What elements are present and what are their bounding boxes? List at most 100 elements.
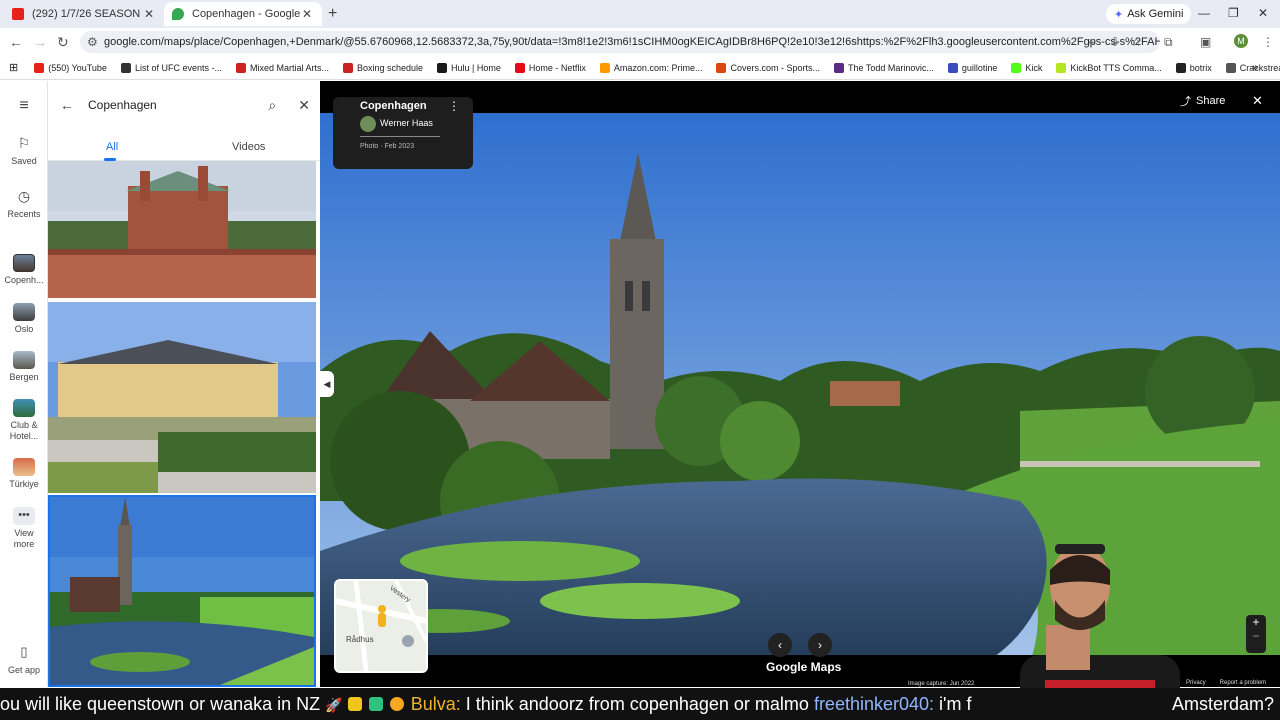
bookmark-icon: ⚐ xyxy=(17,135,31,151)
tab-videos[interactable]: Videos xyxy=(232,141,265,153)
rail-item-club-hotel[interactable]: Club & Hotel... xyxy=(0,399,48,442)
media-icon[interactable]: ▣ xyxy=(1200,35,1211,49)
site-info-icon[interactable]: ⚙ xyxy=(87,35,98,49)
previous-photo-button[interactable]: ‹ xyxy=(768,633,792,657)
more-icon: ••• xyxy=(13,507,35,525)
bookmark-favicon-icon xyxy=(437,62,448,73)
ask-gemini-button[interactable]: ✦ Ask Gemini xyxy=(1106,4,1192,24)
share-button[interactable]: ⤴ Share xyxy=(1180,93,1225,109)
rail-item-saved[interactable]: ⚐ Saved xyxy=(0,135,48,166)
bookmark-item[interactable]: (550) YouTube xyxy=(34,62,107,73)
phone-icon: ▯ xyxy=(20,644,28,659)
rail-label: Türkiye xyxy=(9,479,39,489)
bookmark-label: Hulu | Home xyxy=(451,62,501,73)
minimize-icon[interactable]: — xyxy=(1198,6,1210,20)
extensions-icon[interactable]: ⧉ xyxy=(1164,35,1173,50)
rail-item-bergen[interactable]: Bergen xyxy=(0,351,48,382)
back-arrow-icon[interactable]: ← xyxy=(60,97,74,113)
tab-youtube[interactable]: (292) 1/7/26 SEASON 19 WEEK ✕ xyxy=(4,2,164,26)
tab-google-maps[interactable]: Copenhagen - Google Maps ✕ xyxy=(164,2,322,26)
more-bookmarks-icon[interactable]: » xyxy=(1252,62,1258,74)
bookmark-item[interactable]: Mixed Martial Arts... xyxy=(235,62,329,73)
url-field[interactable]: google.com/maps/place/Copenhagen,+Denmar… xyxy=(80,31,1160,53)
zoom-out-icon[interactable]: − xyxy=(1246,629,1266,643)
bookmark-label: Amazon.com: Prime... xyxy=(613,62,703,73)
photo-thumbnail[interactable] xyxy=(48,302,316,493)
rocket-emoji-icon: 🚀 xyxy=(325,697,343,713)
bookmark-item[interactable]: List of UFC events -... xyxy=(120,62,222,73)
place-title[interactable]: Copenhagen xyxy=(360,100,427,112)
clear-search-icon[interactable]: ✕ xyxy=(298,97,310,114)
rail-item-get-app[interactable]: ▯ Get app xyxy=(0,644,48,675)
profile-avatar[interactable]: M xyxy=(1234,34,1248,48)
street-minimap[interactable]: Vestery Rådhus xyxy=(334,579,428,673)
chat-message-text: Amsterdam? xyxy=(1172,694,1275,714)
bookmark-item[interactable]: KickBot TTS Comma... xyxy=(1056,62,1162,73)
sub-badge-icon xyxy=(368,697,383,711)
maximize-icon[interactable]: ❐ xyxy=(1228,6,1239,20)
bookmark-favicon-icon xyxy=(1225,62,1236,73)
close-viewer-icon[interactable]: ✕ xyxy=(1252,93,1263,109)
back-icon[interactable]: ← xyxy=(9,34,23,50)
share-icon: ⤴ xyxy=(1180,96,1191,108)
photo-info-card: Copenhagen ⋮ Werner Haas Photo · Feb 202… xyxy=(333,97,473,169)
tab-all[interactable]: All xyxy=(106,141,118,153)
install-icon[interactable]: ⇩ xyxy=(1110,35,1120,49)
new-tab-button[interactable]: + xyxy=(328,5,337,23)
more-options-icon[interactable]: ⋮ xyxy=(448,99,460,113)
history-icon: ◷ xyxy=(17,188,31,204)
zoom-in-icon[interactable]: + xyxy=(1246,615,1266,629)
chat-username: Bulva: xyxy=(410,694,461,714)
photo-thumbnail[interactable] xyxy=(48,161,316,298)
bookmark-item[interactable]: botrix xyxy=(1175,62,1212,73)
collapse-panel-icon[interactable]: ◀ xyxy=(320,371,334,397)
search-box[interactable]: ← Copenhagen ⌕ ✕ xyxy=(60,91,310,119)
menu-button[interactable]: ≡ xyxy=(0,97,48,115)
search-panel: ← Copenhagen ⌕ ✕ All Videos xyxy=(48,81,320,687)
rail-item-turkiye[interactable]: Türkiye xyxy=(0,458,48,489)
rail-item-view-more[interactable]: ••• View more xyxy=(0,507,48,550)
bookmark-favicon-icon xyxy=(1056,62,1067,73)
report-problem-link[interactable]: Report a problem xyxy=(1220,680,1266,686)
bookmark-label: Covers.com - Sports... xyxy=(730,62,820,73)
bookmark-item[interactable]: The Todd Marinovic... xyxy=(833,62,934,73)
hamburger-icon: ≡ xyxy=(19,97,29,114)
star-icon[interactable]: ☆ xyxy=(1131,35,1142,49)
browser-tab-strip: (292) 1/7/26 SEASON 19 WEEK ✕ Copenhagen… xyxy=(0,0,1280,28)
church-photo xyxy=(50,497,314,685)
reload-icon[interactable]: ↻ xyxy=(57,34,69,51)
bookmark-favicon-icon xyxy=(34,62,45,73)
next-photo-button[interactable]: › xyxy=(808,633,832,657)
bookmark-favicon-icon xyxy=(716,62,727,73)
bookmark-item[interactable]: Hulu | Home xyxy=(437,62,501,73)
forward-icon[interactable]: → xyxy=(33,34,47,50)
bookmark-item[interactable]: Amazon.com: Prime... xyxy=(599,62,703,73)
place-thumbnail xyxy=(13,458,35,476)
bookmark-item[interactable]: guillotine xyxy=(947,62,997,73)
rail-item-recents[interactable]: ◷ Recents xyxy=(0,188,48,219)
search-input[interactable]: Copenhagen xyxy=(88,98,268,112)
photo-thumbnail-selected[interactable] xyxy=(48,495,316,687)
place-thumbnail xyxy=(13,254,35,272)
location-icon[interactable]: ⌖ xyxy=(1088,35,1095,50)
chat-message-text: I think andoorz from copenhagen or malmo xyxy=(465,694,809,714)
author-name[interactable]: Werner Haas xyxy=(380,118,433,128)
bookmark-label: The Todd Marinovic... xyxy=(847,62,934,73)
rail-item-copenhagen[interactable]: Copenh... xyxy=(0,254,48,285)
bookmark-item[interactable]: Home - Netflix xyxy=(514,62,586,73)
search-icon[interactable]: ⌕ xyxy=(268,97,276,114)
bookmark-label: botrix xyxy=(1189,62,1212,73)
bookmark-item[interactable]: Covers.com - Sports... xyxy=(716,62,820,73)
menu-dots-icon[interactable]: ⋮ xyxy=(1262,35,1274,49)
bookmark-item[interactable]: Boxing schedule xyxy=(343,62,424,73)
close-window-icon[interactable]: ✕ xyxy=(1258,6,1268,20)
photo-date: Photo · Feb 2023 xyxy=(360,143,415,150)
bookmark-label: Boxing schedule xyxy=(357,62,424,73)
bookmark-item[interactable]: Kick xyxy=(1011,62,1042,73)
close-tab-icon[interactable]: ✕ xyxy=(142,7,156,21)
apps-grid-icon[interactable]: ⊞ xyxy=(9,61,18,74)
rail-item-oslo[interactable]: Oslo xyxy=(0,303,48,334)
ask-gemini-label: Ask Gemini xyxy=(1127,8,1184,20)
rail-label: Copenh... xyxy=(4,275,44,285)
close-tab-icon[interactable]: ✕ xyxy=(300,7,314,21)
